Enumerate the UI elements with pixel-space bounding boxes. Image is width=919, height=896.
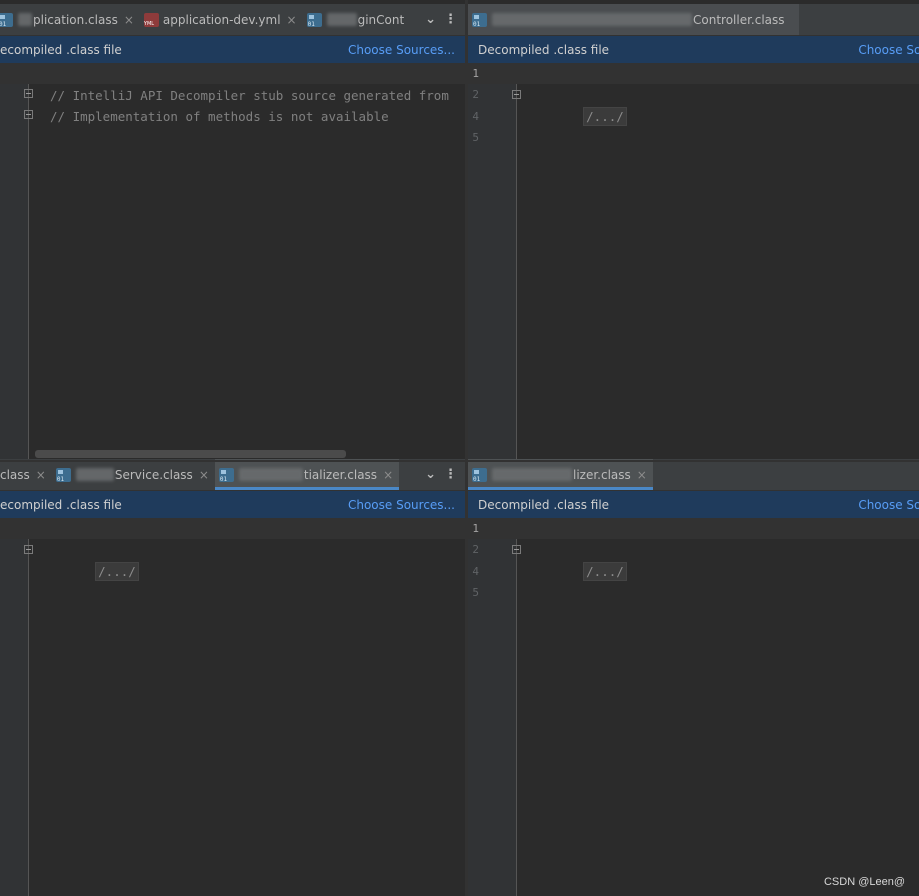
code-line: /.../ (50, 540, 465, 581)
code-editor[interactable]: 1 2 4 5 /.../ (468, 63, 919, 460)
tab-controller-class[interactable]: Controller.class (468, 4, 799, 35)
tab-bar: plication.class × application-dev.yml × … (0, 4, 465, 36)
tab-initializer-class[interactable]: tializer.class × (214, 459, 400, 490)
line-number: 1 (472, 522, 479, 535)
redacted-text (492, 13, 692, 26)
editor-pane-bottom-left: class × Service.class × tializer.class ×… (0, 459, 465, 896)
line-number: 2 (472, 543, 479, 556)
banner-text: Decompiled .class file (478, 42, 610, 57)
close-icon[interactable]: × (383, 468, 393, 482)
more-vertical-icon[interactable]: ⋮ (444, 467, 457, 482)
redacted-text (75, 468, 114, 481)
close-icon[interactable]: × (124, 13, 134, 27)
line-number: 1 (472, 67, 479, 80)
vertical-splitter[interactable] (465, 0, 468, 896)
tab-login-controller[interactable]: ginCont (303, 4, 411, 35)
current-line-highlight (468, 63, 919, 84)
choose-sources-link[interactable]: Choose Sources... (348, 498, 455, 512)
class-file-icon (55, 467, 71, 483)
tab-label: class (0, 467, 30, 482)
fold-icon[interactable] (512, 90, 521, 99)
chevron-down-icon[interactable]: ⌄ (425, 467, 436, 482)
banner-text: ecompiled .class file (0, 497, 122, 512)
line-number: 4 (472, 110, 479, 123)
folded-region[interactable]: /.../ (95, 562, 139, 581)
choose-sources-link[interactable]: Choose Sou (858, 43, 919, 57)
tab-bar: Controller.class (468, 4, 919, 36)
choose-sources-link[interactable]: Choose Sou (858, 498, 919, 512)
current-line-highlight (0, 518, 465, 539)
tab-label: Controller.class (693, 12, 785, 27)
tab-service-class[interactable]: Service.class × (52, 459, 215, 490)
close-icon[interactable]: × (637, 468, 647, 482)
class-file-icon (0, 12, 13, 28)
horizontal-scrollbar[interactable] (35, 450, 346, 458)
redacted-text (326, 13, 357, 26)
watermark: CSDN @Leen@ (823, 876, 905, 888)
class-file-icon (218, 467, 234, 483)
redacted-text (492, 468, 572, 481)
code-line: /.../ (538, 540, 919, 581)
decompiled-banner: Decompiled .class file Choose Sou (468, 36, 919, 63)
banner-text: Decompiled .class file (478, 497, 610, 512)
line-number: 2 (472, 88, 479, 101)
fold-icon[interactable] (24, 545, 33, 554)
line-number: 5 (472, 586, 479, 599)
line-number: 4 (472, 565, 479, 578)
tab-tools: ⌄ ⋮ (425, 459, 465, 490)
banner-text: ecompiled .class file (0, 42, 122, 57)
chevron-down-icon[interactable]: ⌄ (425, 12, 436, 27)
tab-label: ginCont (357, 12, 405, 27)
choose-sources-link[interactable]: Choose Sources... (348, 43, 455, 57)
close-icon[interactable]: × (36, 468, 46, 482)
tab-application-dev-yml[interactable]: application-dev.yml × (140, 4, 303, 35)
line-number: 5 (472, 131, 479, 144)
decompiled-banner: ecompiled .class file Choose Sources... (0, 491, 465, 518)
fold-icon[interactable] (24, 89, 33, 98)
decompiled-banner: ecompiled .class file Choose Sources... (0, 36, 465, 63)
code-editor[interactable]: 1 2 4 5 /.../ (468, 518, 919, 896)
horizontal-splitter[interactable] (0, 460, 919, 462)
current-line-highlight (468, 518, 919, 539)
tab-application-class[interactable]: plication.class × (0, 4, 140, 35)
code-line: // IntelliJ API Decompiler stub source g… (50, 88, 449, 103)
tab-label: tializer.class (303, 467, 378, 482)
fold-icon[interactable] (24, 110, 33, 119)
editor-pane-top-right: Controller.class Decompiled .class file … (468, 4, 919, 460)
tab-label: plication.class (33, 12, 118, 27)
yml-file-icon (143, 12, 159, 27)
gutter (0, 518, 29, 896)
class-file-icon (472, 467, 487, 483)
editor-pane-top-left: plication.class × application-dev.yml × … (0, 4, 465, 460)
fold-icon[interactable] (512, 545, 521, 554)
gutter (0, 63, 29, 460)
tab-initializer-class-right[interactable]: lizer.class × (468, 459, 653, 490)
tab-bar: class × Service.class × tializer.class ×… (0, 459, 465, 491)
tab-label: lizer.class (573, 467, 631, 482)
tab-class[interactable]: class × (0, 459, 52, 490)
more-vertical-icon[interactable]: ⋮ (444, 12, 457, 27)
redacted-text (18, 13, 32, 26)
class-file-icon (306, 12, 322, 28)
class-file-icon (472, 12, 487, 28)
editor-pane-bottom-right: lizer.class × Decompiled .class file Cho… (468, 459, 919, 896)
code-line: /.../ (538, 85, 919, 126)
folded-region[interactable]: /.../ (583, 562, 627, 581)
decompiled-banner: Decompiled .class file Choose Sou (468, 491, 919, 518)
code-line: // Implementation of methods is not avai… (50, 109, 389, 124)
tab-label: Service.class (114, 467, 193, 482)
current-line-highlight (0, 63, 465, 84)
tab-bar: lizer.class × (468, 459, 919, 491)
close-icon[interactable]: × (287, 13, 297, 27)
folded-region[interactable]: /.../ (583, 107, 627, 126)
code-editor[interactable]: /.../ (0, 518, 465, 896)
tab-label: application-dev.yml (162, 12, 281, 27)
tab-tools: ⌄ ⋮ (425, 4, 465, 35)
code-editor[interactable]: // IntelliJ API Decompiler stub source g… (0, 63, 465, 460)
close-icon[interactable]: × (199, 468, 209, 482)
redacted-text (238, 468, 303, 481)
